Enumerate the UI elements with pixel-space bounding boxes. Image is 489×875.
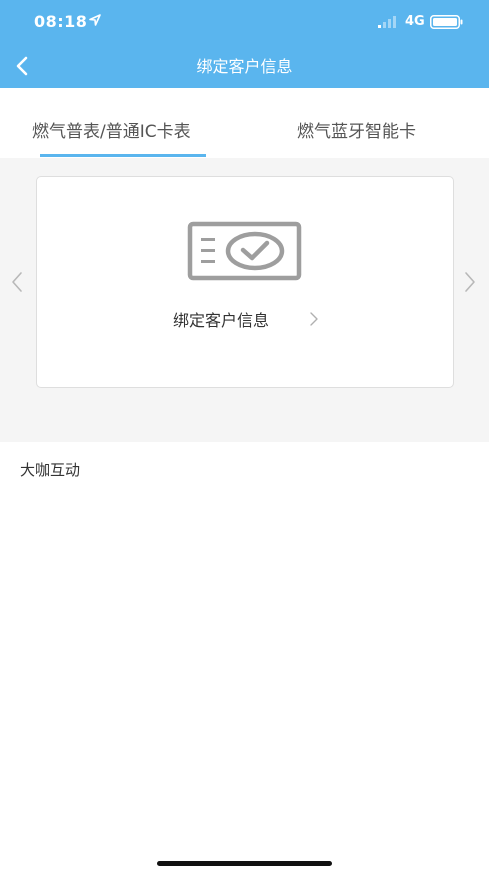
carousel-next-icon[interactable] <box>462 270 478 294</box>
active-tab-indicator <box>40 154 206 157</box>
page-title: 绑定客户信息 <box>196 57 293 76</box>
home-indicator <box>157 861 332 866</box>
tab-gas-ordinary-ic[interactable]: 燃气普表/普通IC卡表 <box>32 117 191 142</box>
chevron-right-icon <box>310 312 318 326</box>
network-type: 4G <box>405 14 425 29</box>
card-carousel: 绑定客户信息 <box>0 158 489 442</box>
tab-gas-bluetooth[interactable]: 燃气蓝牙智能卡 <box>297 117 416 142</box>
tab-bar: 燃气普表/普通IC卡表 燃气蓝牙智能卡 <box>0 88 489 158</box>
location-arrow-icon <box>89 14 101 26</box>
card-label: 绑定客户信息 <box>173 311 270 330</box>
signal-strength-icon <box>378 16 396 28</box>
status-time: 08:18 <box>34 12 88 31</box>
company-name: 大咖互动 <box>20 461 81 479</box>
carousel-prev-icon[interactable] <box>9 270 25 294</box>
status-bar: 08:18 4G <box>0 0 489 44</box>
card-check-icon <box>187 221 302 281</box>
bind-customer-card[interactable]: 绑定客户信息 <box>36 176 454 388</box>
nav-bar: 绑定客户信息 <box>0 44 489 88</box>
battery-icon <box>430 15 463 29</box>
